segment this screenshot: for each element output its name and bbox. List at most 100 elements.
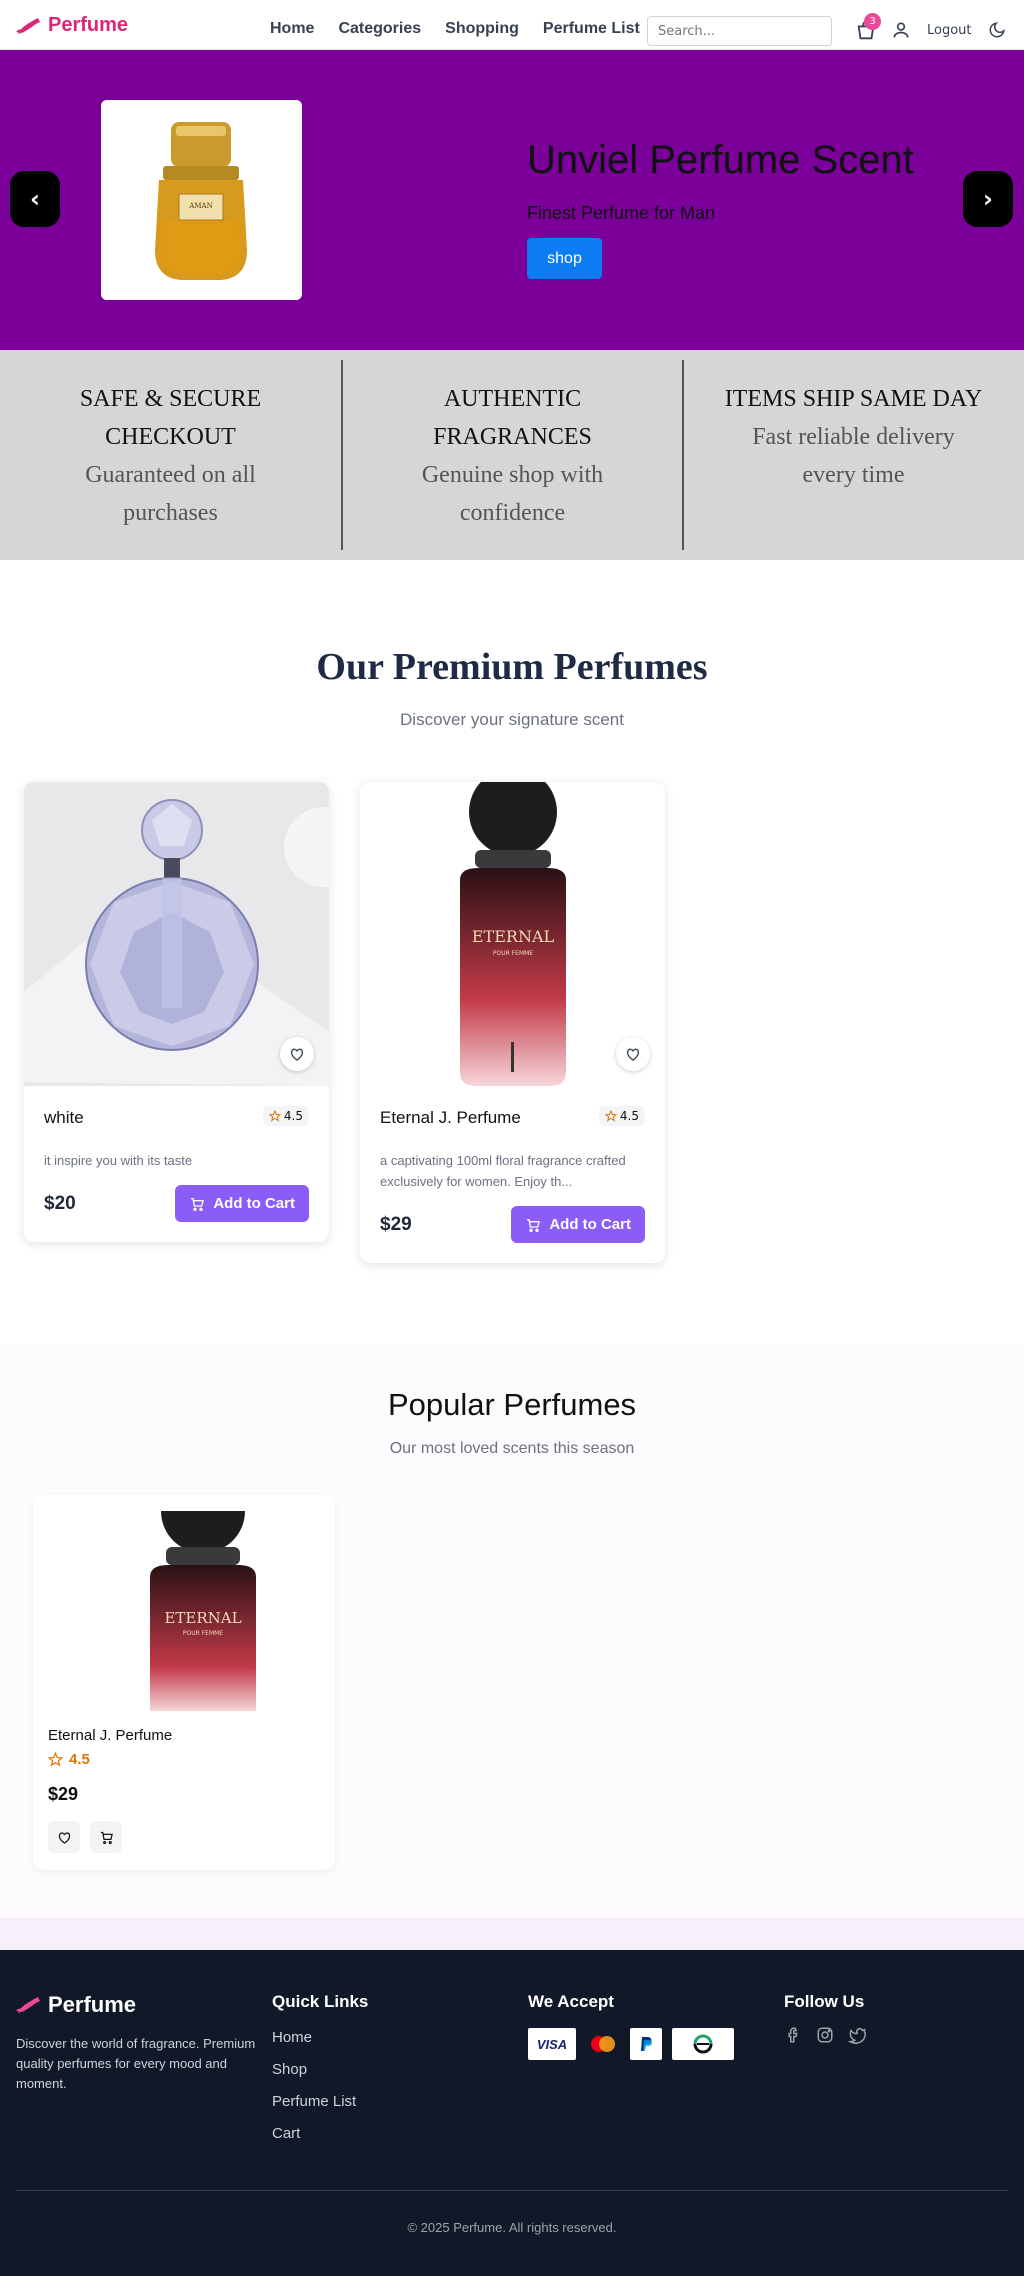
feature-title: AUTHENTIC FRAGRANCES <box>433 386 592 450</box>
footer-social: Follow Us <box>784 1992 866 2044</box>
mastercard-icon <box>586 2028 620 2060</box>
add-to-cart-label: Add to Cart <box>549 1216 631 1233</box>
feature-title: SAFE & SECURE CHECKOUT <box>79 386 262 450</box>
paypal-icon <box>630 2028 662 2060</box>
feature-secure-checkout: SAFE & SECURE CHECKOUT Guaranteed on all… <box>0 360 341 550</box>
top-navbar: Perfume Home Categories Shopping Perfume… <box>0 0 1024 50</box>
copyright: © 2025 Perfume. All rights reserved. <box>407 2220 617 2235</box>
feature-desc: Fast reliable delivery every time <box>752 424 955 488</box>
hero-carousel: AMAN ‹ › Unviel Perfume Scent Finest Per… <box>0 50 1024 350</box>
rating-value: 4.5 <box>69 1751 90 1768</box>
wishlist-button[interactable] <box>616 1037 650 1071</box>
footer-top-band <box>0 1918 1024 1950</box>
logout-link[interactable]: Logout <box>927 23 972 38</box>
popular-section-title: Popular Perfumes <box>387 1387 637 1422</box>
brand-name: Perfume <box>48 14 129 36</box>
heart-icon <box>626 1048 640 1061</box>
carousel-prev-button[interactable]: ‹ <box>10 171 60 227</box>
eternal-perfume-bottle-image: ETERNAL POUR FEMME <box>360 782 665 1086</box>
product-rating: 4.5 <box>262 1106 309 1126</box>
svg-text:AMAN: AMAN <box>188 202 212 210</box>
eternal-perfume-bottle-image: ETERNAL POUR FEMME <box>150 1511 256 1711</box>
facebook-icon[interactable] <box>784 2026 802 2044</box>
we-accept-heading: We Accept <box>528 1992 614 2011</box>
nav-link-home[interactable]: Home <box>270 20 314 38</box>
features-strip: SAFE & SECURE CHECKOUT Guaranteed on all… <box>0 350 1024 560</box>
feature-desc: Guaranteed on all purchases <box>85 462 256 526</box>
product-image <box>24 782 329 1086</box>
cart-icon <box>191 1197 205 1211</box>
feature-authentic: AUTHENTIC FRAGRANCES Genuine shop with c… <box>341 360 682 550</box>
footer-link-cart[interactable]: Cart <box>272 2118 368 2150</box>
star-icon <box>48 1752 63 1767</box>
premium-section-subtitle: Discover your signature scent <box>400 710 624 729</box>
footer-link-shop[interactable]: Shop <box>272 2054 368 2086</box>
feature-desc: Genuine shop with confidence <box>421 462 604 526</box>
popular-product-rating: 4.5 <box>48 1751 90 1768</box>
cart-icon <box>527 1218 541 1232</box>
product-price: $29 <box>380 1213 412 1235</box>
product-description: a captivating 100ml floral fragrance cra… <box>380 1153 626 1189</box>
svg-text:POUR FEMME: POUR FEMME <box>183 1630 223 1637</box>
cart-icon <box>100 1831 113 1844</box>
footer-link-perfume-list[interactable]: Perfume List <box>272 2086 368 2118</box>
easypaisa-icon <box>672 2028 734 2060</box>
rating-value: 4.5 <box>619 1109 639 1123</box>
search-input[interactable] <box>647 16 832 46</box>
quick-links-heading: Quick Links <box>272 1992 369 2011</box>
svg-text:POUR FEMME: POUR FEMME <box>493 950 533 957</box>
twitter-icon[interactable] <box>848 2026 866 2044</box>
popular-product-name: Eternal J. Perfume <box>48 1727 173 1744</box>
popular-section: Popular Perfumes Our most loved scents t… <box>0 1345 1024 1950</box>
dark-mode-moon-icon[interactable] <box>988 21 1006 39</box>
add-to-cart-label: Add to Cart <box>213 1195 295 1212</box>
product-card[interactable]: white 4.5 it inspire you with its taste … <box>24 782 329 1242</box>
nav-link-shopping[interactable]: Shopping <box>445 20 519 38</box>
footer-payments: We Accept VISA <box>528 1992 734 2060</box>
cart-count-badge: 3 <box>864 13 881 30</box>
product-price: $20 <box>44 1192 76 1214</box>
nav-link-perfume-list[interactable]: Perfume List <box>543 20 640 38</box>
hero-product-image: AMAN <box>101 100 302 300</box>
add-to-cart-button[interactable]: Add to Cart <box>175 1185 309 1222</box>
brand-logo[interactable]: Perfume <box>16 14 128 37</box>
hero-subtitle: Finest Perfume for Man <box>527 203 716 223</box>
footer-divider <box>16 2190 1008 2191</box>
product-description: it inspire you with its taste <box>44 1153 193 1168</box>
heart-icon <box>290 1048 304 1061</box>
gold-perfume-bottle-image: AMAN <box>101 100 302 300</box>
popular-product-price: $29 <box>48 1784 79 1804</box>
premium-section-title: Our Premium Perfumes <box>316 646 708 688</box>
popular-section-subtitle: Our most loved scents this season <box>389 1440 635 1457</box>
popular-product-card[interactable]: ETERNAL POUR FEMME Eternal J. Perfume 4.… <box>33 1495 335 1870</box>
footer-link-home[interactable]: Home <box>272 2022 368 2054</box>
user-icon[interactable] <box>891 20 911 40</box>
footer-brand-column: Perfume Discover the world of fragrance.… <box>16 1992 256 2094</box>
perfume-logo-icon <box>16 1997 40 2013</box>
heart-icon <box>58 1831 70 1844</box>
wishlist-button[interactable] <box>280 1037 314 1071</box>
star-icon <box>604 1110 617 1122</box>
popular-add-to-cart-button[interactable] <box>90 1821 122 1853</box>
rating-value: 4.5 <box>283 1109 303 1123</box>
product-card[interactable]: ETERNAL POUR FEMME Eternal J. Perfume 4.… <box>360 782 665 1263</box>
popular-wishlist-button[interactable] <box>48 1821 80 1853</box>
footer-brand-name: Perfume <box>48 1992 137 2017</box>
visa-icon: VISA <box>528 2028 576 2060</box>
popular-product-image: ETERNAL POUR FEMME <box>128 1511 278 1711</box>
product-rating: 4.5 <box>598 1106 645 1126</box>
footer-quick-links: Quick Links Home Shop Perfume List Cart <box>272 1992 368 2150</box>
hero-shop-button[interactable]: shop <box>527 238 602 279</box>
nav-link-categories[interactable]: Categories <box>338 20 421 38</box>
follow-us-heading: Follow Us <box>784 1992 865 2011</box>
nav-links: Home Categories Shopping Perfume List <box>270 20 640 38</box>
crystal-perfume-bottle-image <box>24 782 329 1086</box>
hero-title: Unviel Perfume Scent <box>527 138 914 182</box>
star-icon <box>268 1110 281 1122</box>
footer-brand[interactable]: Perfume <box>16 1992 256 2018</box>
add-to-cart-button[interactable]: Add to Cart <box>511 1206 645 1243</box>
instagram-icon[interactable] <box>816 2026 834 2044</box>
footer-description: Discover the world of fragrance. Premium… <box>16 2036 256 2091</box>
svg-text:ETERNAL: ETERNAL <box>472 927 555 946</box>
carousel-next-button[interactable]: › <box>963 171 1013 227</box>
